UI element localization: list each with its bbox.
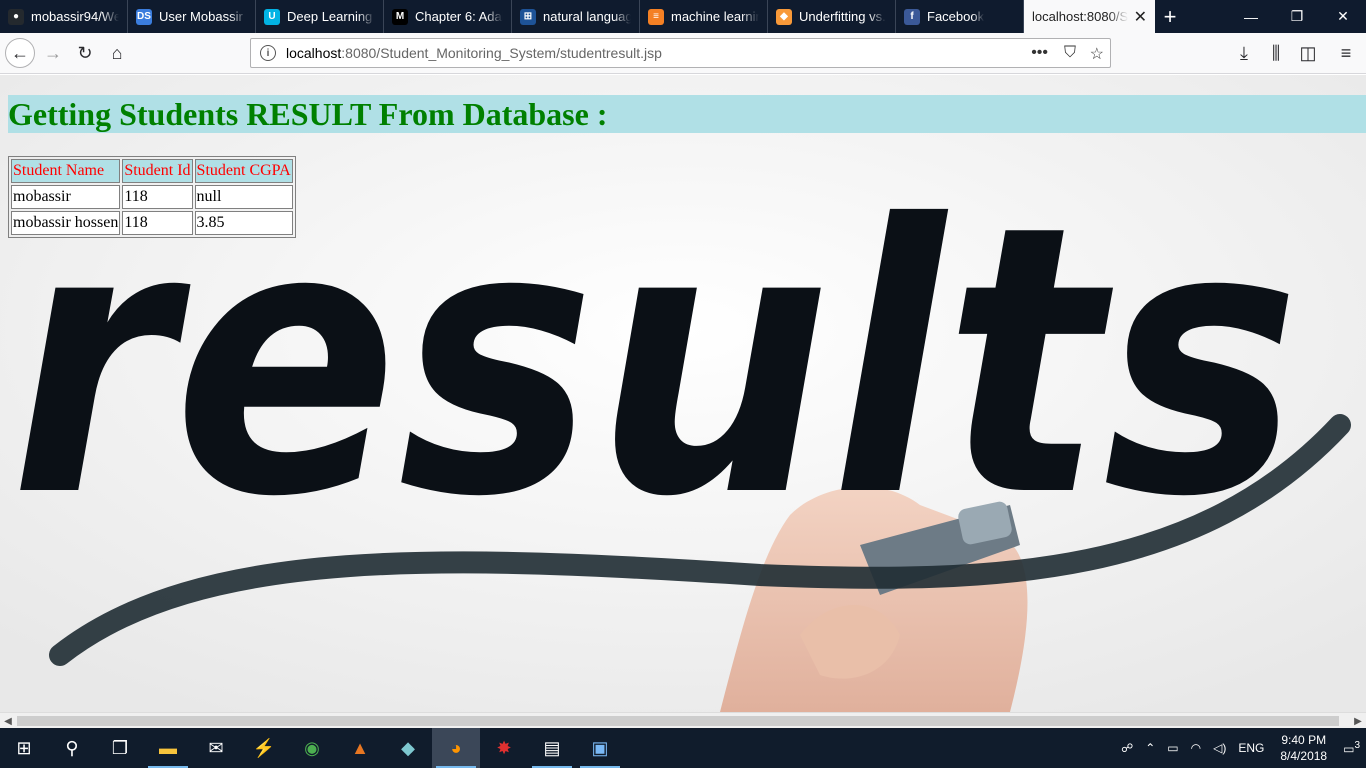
window-controls: — ❐ ✕ — [1228, 0, 1366, 33]
wifi-icon[interactable]: ◠ — [1185, 741, 1207, 755]
stackexchange-icon: ⊞ — [520, 8, 536, 25]
editor-icon[interactable]: ▤ — [528, 728, 576, 768]
table-row: mobassir 118 null — [11, 185, 293, 209]
tab-stackexchange[interactable]: ⊞ natural languag — [512, 0, 640, 33]
new-tab-button[interactable]: + — [1155, 0, 1185, 33]
close-window-button[interactable]: ✕ — [1320, 0, 1366, 33]
cell-name: mobassir — [11, 185, 121, 209]
cell-cgpa: 3.85 — [194, 211, 293, 235]
firefox-icon[interactable]: ◕ — [432, 728, 480, 768]
udacity-icon: U — [264, 8, 280, 25]
battery-icon[interactable]: ▭ — [1161, 741, 1184, 755]
sklearn-icon: ◆ — [776, 8, 792, 25]
tab-label: Facebook — [927, 9, 985, 24]
tab-datascience[interactable]: DS User Mobassir H — [128, 0, 256, 33]
start-button[interactable]: ⊞ — [0, 728, 48, 768]
url-bar[interactable]: i localhost:8080/Student_Monitoring_Syst… — [250, 38, 1111, 68]
menu-icon[interactable]: ≡ — [1331, 38, 1361, 68]
scrollbar-thumb[interactable] — [17, 716, 1339, 726]
horizontal-scrollbar[interactable]: ◀ ▶ — [0, 712, 1366, 728]
clock-date: 8/4/2018 — [1280, 749, 1328, 763]
back-button[interactable]: ← — [5, 38, 35, 68]
pocket-icon[interactable]: ⛉ — [1064, 44, 1076, 62]
chevron-up-icon[interactable]: ⌃ — [1139, 741, 1161, 755]
reload-button[interactable]: ↻ — [70, 38, 100, 68]
tab-label: Underfitting vs. — [799, 9, 886, 24]
chrome-icon[interactable]: ◉ — [288, 728, 336, 768]
home-button[interactable]: ⌂ — [102, 38, 132, 68]
windows-taskbar: ⊞ ⚲ ❐ ▬ ✉ ⚡ ◉ ▲ ◆ ◕ ✸ ▤ ▣ ☍ ⌃ ▭ ◠ ◁) ENG… — [0, 728, 1366, 768]
restore-button[interactable]: ❐ — [1274, 0, 1320, 33]
navigation-bar: ← → ↻ ⌂ i localhost:8080/Student_Monitor… — [0, 33, 1366, 74]
people-icon[interactable]: ☍ — [1115, 741, 1139, 755]
notification-count: 3 — [1354, 740, 1360, 751]
forward-button[interactable]: → — [38, 38, 68, 68]
task-view-icon[interactable]: ❐ — [96, 728, 144, 768]
language-indicator[interactable]: ENG — [1232, 741, 1270, 755]
tab-facebook[interactable]: f Facebook — [896, 0, 1024, 33]
datascience-icon: DS — [136, 8, 152, 25]
page-content: results Getting Students RESULT From Dat… — [0, 75, 1366, 712]
tab-label: Deep Learning | — [287, 9, 375, 24]
cell-cgpa: null — [194, 185, 293, 209]
tab-udacity[interactable]: U Deep Learning | — [256, 0, 384, 33]
system-tray: ☍ ⌃ ▭ ◠ ◁) ENG 9:40 PM 8/4/2018 ▭3 — [1115, 728, 1366, 768]
tab-github[interactable]: ● mobassir94/Web — [0, 0, 128, 33]
network-app-icon[interactable]: ⚡ — [240, 728, 288, 768]
virus-app-icon[interactable]: ✸ — [480, 728, 528, 768]
tab-active-localhost[interactable]: localhost:8080/St ✕ — [1024, 0, 1155, 33]
cell-id: 118 — [122, 211, 193, 235]
site-info-icon[interactable]: i — [260, 45, 276, 61]
clock[interactable]: 9:40 PM 8/4/2018 — [1270, 732, 1337, 764]
downloads-icon[interactable]: ⤓ — [1229, 38, 1259, 68]
file-explorer-icon[interactable]: ▬ — [144, 728, 192, 768]
scroll-left-icon[interactable]: ◀ — [0, 713, 16, 729]
tab-strip: ● mobassir94/Web DS User Mobassir H U Deep Le… — [0, 0, 1366, 33]
minimize-button[interactable]: — — [1228, 0, 1274, 33]
virtualbox-icon[interactable]: ▣ — [576, 728, 624, 768]
tab-label: mobassir94/Web — [31, 9, 119, 24]
scroll-right-icon[interactable]: ▶ — [1350, 713, 1366, 729]
close-tab-icon[interactable]: ✕ — [1128, 7, 1147, 27]
app-icon[interactable]: ◆ — [384, 728, 432, 768]
page-heading-bar: Getting Students RESULT From Database : — [8, 95, 1366, 133]
tab-label: machine learnin — [671, 9, 759, 24]
table-header-row: Student Name Student Id Student CGPA — [11, 159, 293, 183]
medium-icon: M — [392, 8, 408, 25]
tab-stackoverflow[interactable]: ≡ machine learnin — [640, 0, 768, 33]
header-student-name: Student Name — [11, 159, 121, 183]
table-row: mobassir hossen 118 3.85 — [11, 211, 293, 235]
facebook-icon: f — [904, 8, 920, 25]
tab-medium[interactable]: M Chapter 6: Adab — [384, 0, 512, 33]
tab-label: Chapter 6: Adab — [415, 9, 503, 24]
notification-icon[interactable]: ▭3 — [1337, 740, 1366, 756]
tab-label: natural languag — [543, 9, 631, 24]
search-icon[interactable]: ⚲ — [48, 728, 96, 768]
page-heading: Getting Students RESULT From Database : — [8, 96, 608, 132]
student-results-table: Student Name Student Id Student CGPA mob… — [8, 156, 296, 238]
github-icon: ● — [8, 8, 24, 25]
volume-icon[interactable]: ◁) — [1207, 741, 1232, 755]
tab-label: User Mobassir H — [159, 9, 247, 24]
matlab-icon[interactable]: ▲ — [336, 728, 384, 768]
tab-sklearn[interactable]: ◆ Underfitting vs. — [768, 0, 896, 33]
clock-time: 9:40 PM — [1281, 733, 1327, 747]
cell-id: 118 — [122, 185, 193, 209]
tab-label: localhost:8080/St — [1032, 9, 1128, 24]
cell-name: mobassir hossen — [11, 211, 121, 235]
header-student-cgpa: Student CGPA — [194, 159, 293, 183]
mail-icon[interactable]: ✉ — [192, 728, 240, 768]
url-text: localhost:8080/Student_Monitoring_System… — [286, 45, 662, 61]
bookmark-star-icon[interactable]: ☆ — [1090, 44, 1104, 64]
stackoverflow-icon: ≡ — [648, 8, 664, 25]
sidebar-icon[interactable]: ◫ — [1293, 38, 1323, 68]
header-student-id: Student Id — [122, 159, 193, 183]
page-actions-icon[interactable]: ••• — [1031, 44, 1048, 62]
library-icon[interactable]: ⫼ — [1261, 38, 1291, 68]
